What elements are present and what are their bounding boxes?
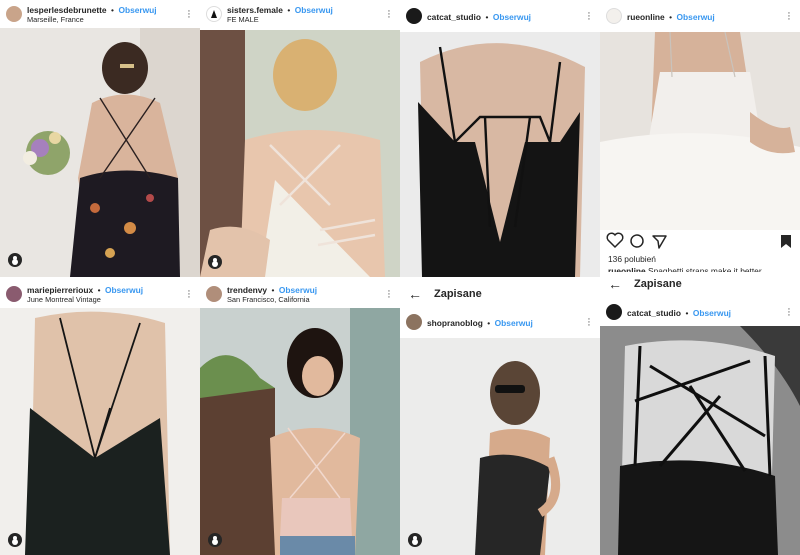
- post-photo[interactable]: [400, 338, 600, 555]
- username[interactable]: mariepierrerioux: [27, 285, 93, 295]
- post-header: catcat_studio • Obserwuj · · ·: [600, 298, 800, 326]
- saved-title: Zapisane: [634, 278, 682, 290]
- post-photo[interactable]: [200, 308, 400, 555]
- more-options-icon[interactable]: · · ·: [384, 285, 394, 302]
- avatar[interactable]: [606, 304, 622, 320]
- post-photo[interactable]: [600, 32, 800, 230]
- tagged-users-icon[interactable]: [208, 533, 222, 547]
- post-header: sisters.female • Obserwuj FE MALE · · ·: [200, 0, 400, 28]
- avatar[interactable]: [406, 314, 422, 330]
- separator: •: [669, 11, 673, 22]
- follow-button[interactable]: Obserwuj: [693, 308, 731, 318]
- username[interactable]: sisters.female: [227, 5, 283, 15]
- avatar[interactable]: [206, 286, 222, 302]
- more-options-icon[interactable]: · · ·: [584, 313, 594, 330]
- post-photo[interactable]: [400, 32, 600, 277]
- follow-button[interactable]: Obserwuj: [279, 285, 317, 295]
- username[interactable]: catcat_studio: [427, 12, 481, 22]
- location[interactable]: Marseille, France: [27, 15, 184, 25]
- location[interactable]: San Francisco, California: [227, 295, 384, 305]
- avatar[interactable]: [606, 8, 622, 24]
- post-header: trendenvy • Obserwuj San Francisco, Cali…: [200, 280, 400, 308]
- avatar[interactable]: [206, 6, 222, 22]
- separator: •: [485, 11, 489, 22]
- post-header: rueonline • Obserwuj · · ·: [600, 0, 800, 32]
- username[interactable]: lesperlesdebrunette: [27, 5, 107, 15]
- tagged-users-icon[interactable]: [8, 253, 22, 267]
- post-header: shopranoblog • Obserwuj · · ·: [400, 308, 600, 336]
- post-photo[interactable]: [0, 28, 200, 277]
- more-options-icon[interactable]: · · ·: [584, 7, 594, 24]
- bookmark-icon[interactable]: [781, 235, 791, 248]
- follow-button[interactable]: Obserwuj: [495, 318, 533, 328]
- more-options-icon[interactable]: · · ·: [784, 303, 794, 320]
- comment-icon[interactable]: [630, 234, 644, 248]
- post-photo[interactable]: [600, 326, 800, 555]
- tagged-users-icon[interactable]: [208, 255, 222, 269]
- separator: •: [685, 307, 689, 318]
- post-card: ← Zapisane shopranoblog • Obserwuj · · ·: [400, 280, 600, 555]
- location[interactable]: June Montreal Vintage: [27, 295, 184, 305]
- follow-button[interactable]: Obserwuj: [493, 12, 531, 22]
- more-options-icon[interactable]: · · ·: [184, 285, 194, 302]
- follow-button[interactable]: Obserwuj: [295, 5, 333, 15]
- separator: •: [97, 284, 101, 295]
- post-photo[interactable]: [200, 30, 400, 277]
- post-card: trendenvy • Obserwuj San Francisco, Cali…: [200, 280, 400, 555]
- username[interactable]: catcat_studio: [627, 308, 681, 318]
- share-icon[interactable]: [652, 235, 667, 249]
- post-header: lesperlesdebrunette • Obserwuj Marseille…: [0, 0, 200, 28]
- separator: •: [111, 4, 114, 15]
- avatar[interactable]: [6, 6, 22, 22]
- post-card: catcat_studio • Obserwuj · · ·: [400, 0, 600, 277]
- like-icon[interactable]: [606, 232, 624, 249]
- post-actions: [600, 230, 800, 250]
- username[interactable]: trendenvy: [227, 285, 267, 295]
- follow-button[interactable]: Obserwuj: [677, 12, 715, 22]
- post-card: rueonline • Obserwuj · · · 136 polubień …: [600, 0, 800, 277]
- post-card: mariepierrerioux • Obserwuj June Montrea…: [0, 280, 200, 555]
- tagged-users-icon[interactable]: [408, 533, 422, 547]
- post-header: catcat_studio • Obserwuj · · ·: [400, 0, 600, 32]
- tagged-users-icon[interactable]: [8, 533, 22, 547]
- avatar[interactable]: [406, 8, 422, 24]
- post-card: sisters.female • Obserwuj FE MALE · · ·: [200, 0, 400, 277]
- more-options-icon[interactable]: · · ·: [384, 5, 394, 22]
- post-card: ← Zapisane catcat_studio • Obserwuj · · ·: [600, 272, 800, 555]
- separator: •: [271, 284, 275, 295]
- likes-count[interactable]: 136 polubień: [608, 254, 656, 264]
- location[interactable]: FE MALE: [227, 15, 384, 25]
- back-arrow-icon[interactable]: ←: [608, 276, 622, 292]
- more-options-icon[interactable]: · · ·: [184, 5, 194, 22]
- username[interactable]: rueonline: [627, 12, 665, 22]
- saved-title: Zapisane: [434, 288, 482, 300]
- saved-top-bar: ← Zapisane: [600, 272, 800, 296]
- saved-top-bar: ← Zapisane: [400, 282, 600, 306]
- back-arrow-icon[interactable]: ←: [408, 286, 422, 302]
- follow-button[interactable]: Obserwuj: [105, 285, 143, 295]
- post-photo[interactable]: [0, 308, 200, 555]
- post-header: mariepierrerioux • Obserwuj June Montrea…: [0, 280, 200, 308]
- separator: •: [487, 317, 491, 328]
- post-card: lesperlesdebrunette • Obserwuj Marseille…: [0, 0, 200, 277]
- avatar[interactable]: [6, 286, 22, 302]
- username[interactable]: shopranoblog: [427, 318, 483, 328]
- follow-button[interactable]: Obserwuj: [118, 5, 156, 15]
- more-options-icon[interactable]: · · ·: [784, 7, 794, 24]
- separator: •: [287, 4, 291, 15]
